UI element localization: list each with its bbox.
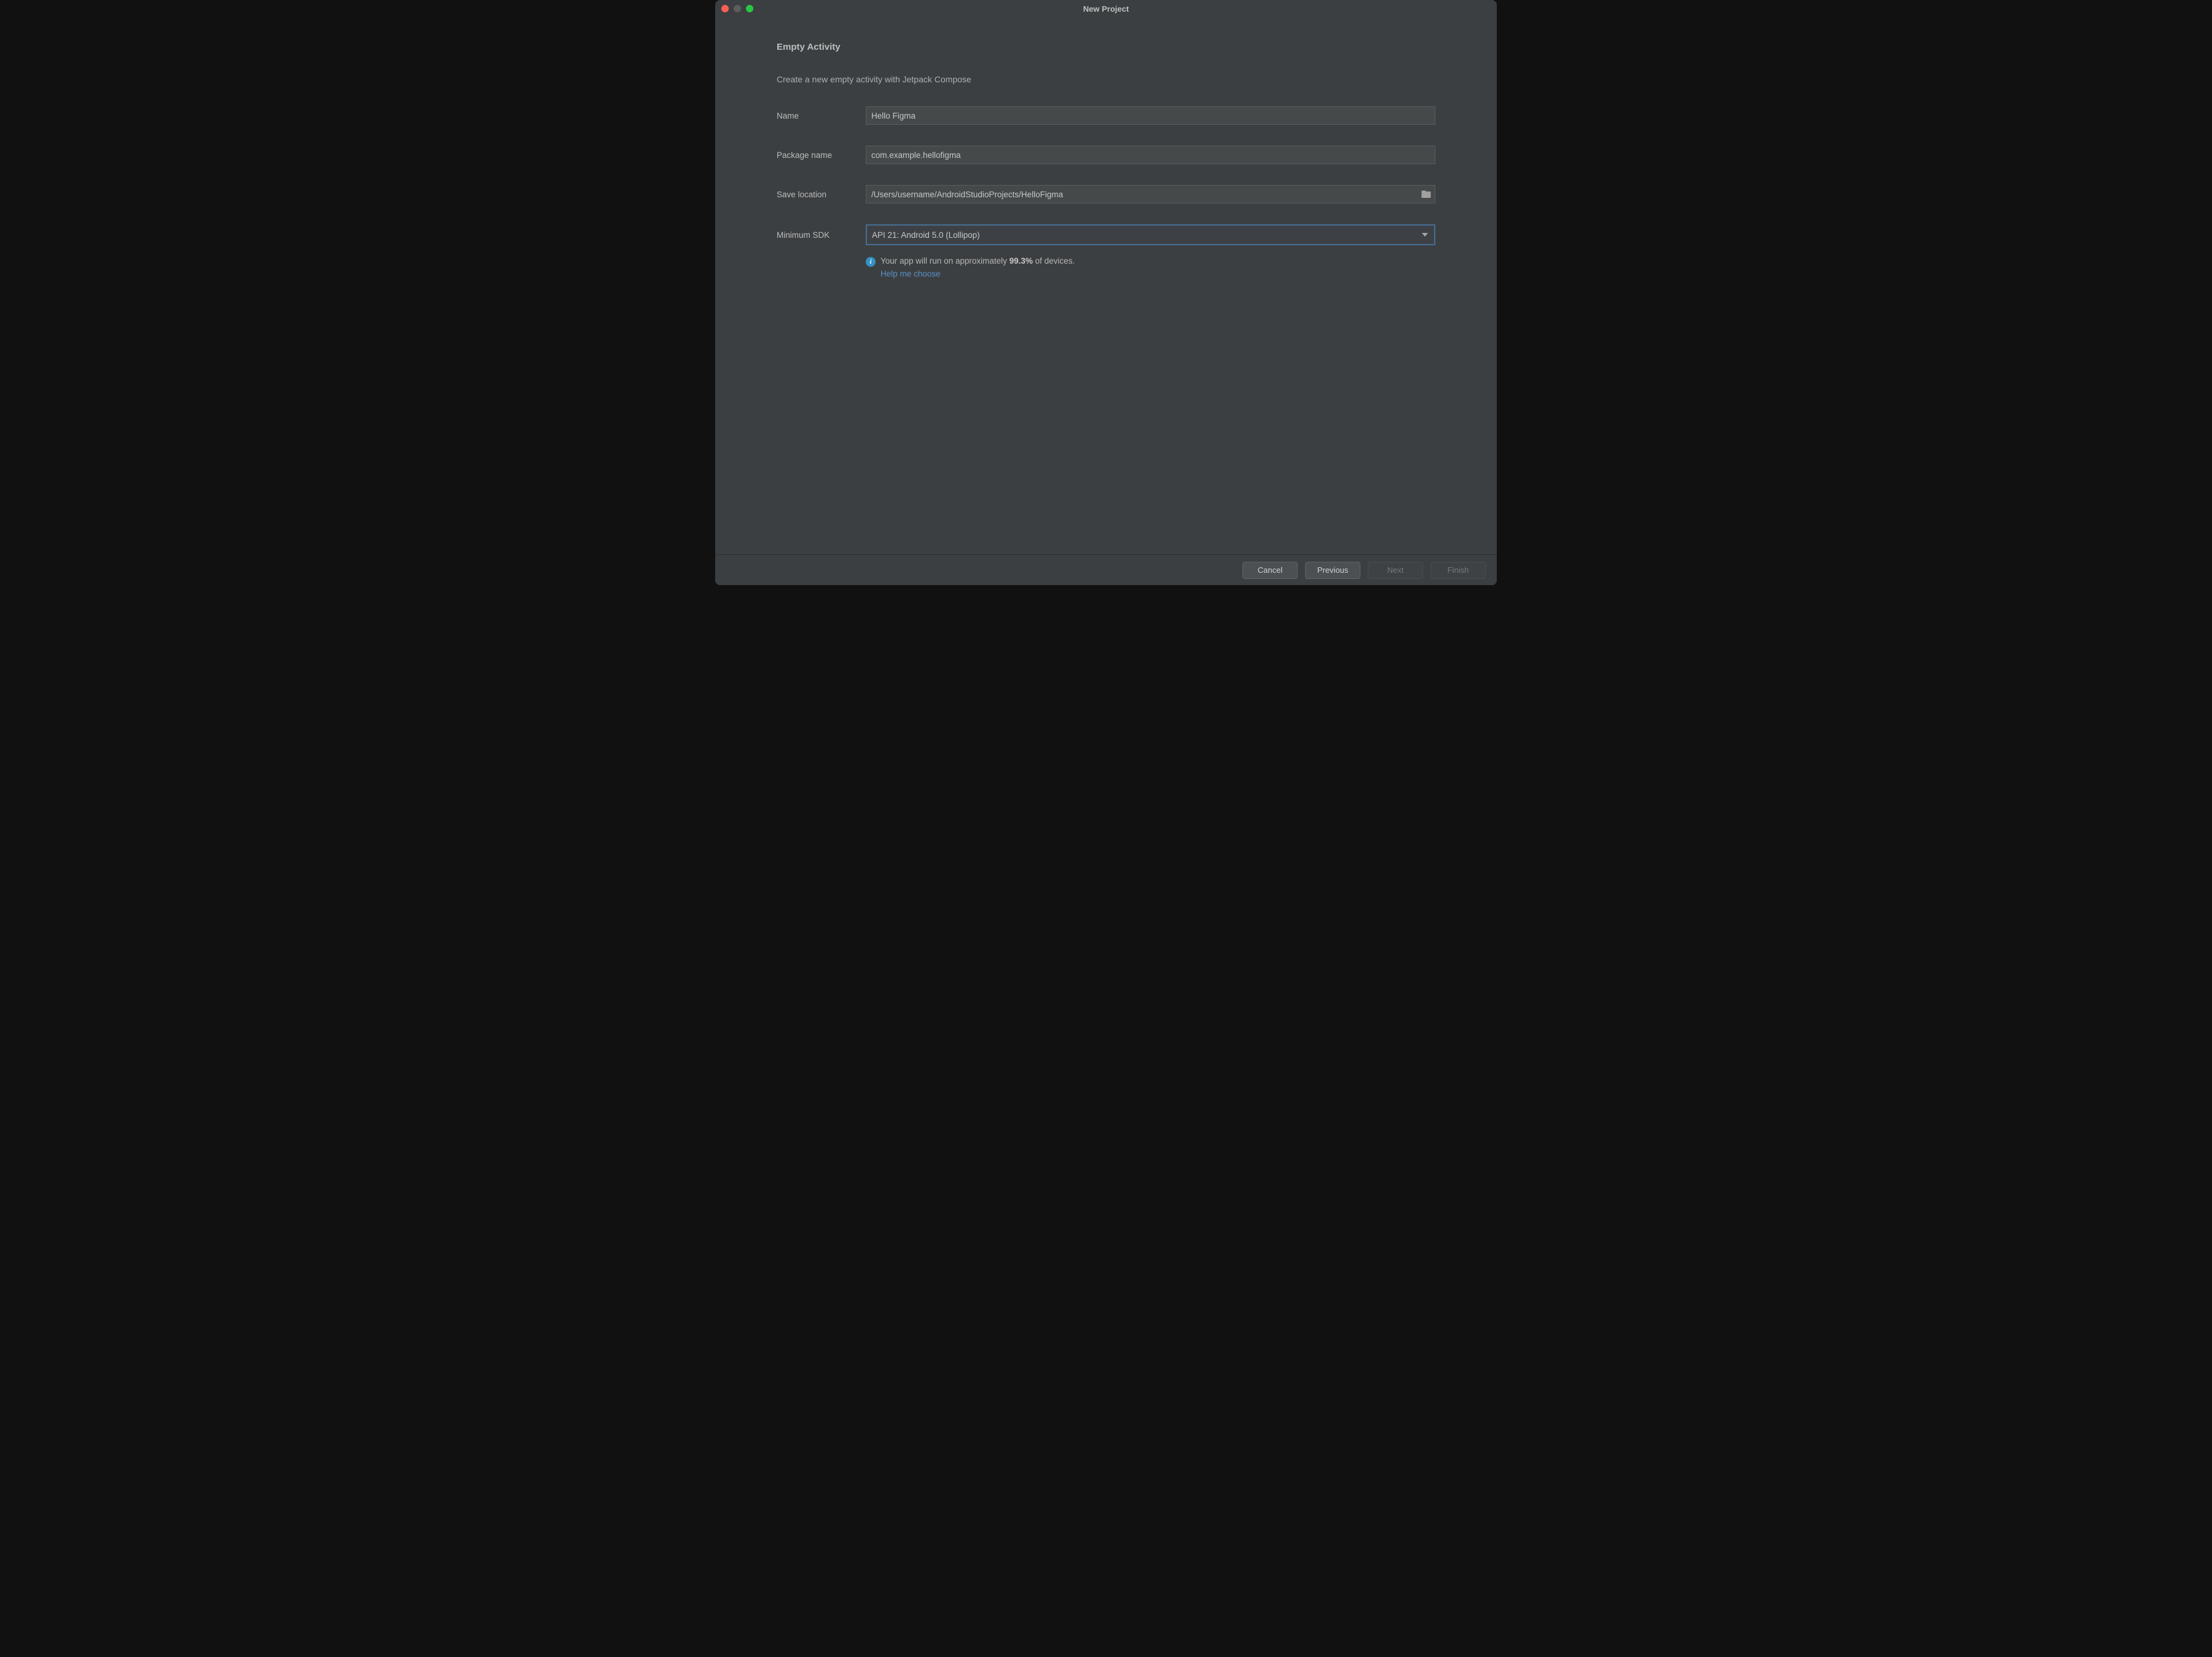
package-name-input[interactable] (866, 146, 1435, 164)
finish-button: Finish (1430, 562, 1486, 579)
name-label: Name (777, 111, 866, 120)
window-title: New Project (715, 4, 1497, 14)
minimize-window-button[interactable] (734, 5, 741, 12)
sdk-info-percent: 99.3% (1010, 256, 1033, 266)
new-project-dialog: New Project Empty Activity Create a new … (715, 0, 1497, 585)
save-location-row: Save location (777, 185, 1435, 203)
chevron-down-icon (1422, 233, 1428, 237)
sdk-info-text: Your app will run on approximately 99.3%… (880, 256, 1075, 266)
minimum-sdk-value: API 21: Android 5.0 (Lollipop) (872, 230, 980, 240)
name-input[interactable] (866, 106, 1435, 125)
help-me-choose-link[interactable]: Help me choose (880, 269, 1075, 278)
save-location-label: Save location (777, 190, 866, 199)
titlebar: New Project (715, 0, 1497, 17)
minimum-sdk-label: Minimum SDK (777, 230, 866, 240)
folder-icon[interactable] (1421, 189, 1432, 200)
sdk-info-row: i Your app will run on approximately 99.… (866, 256, 1435, 278)
window-controls (721, 5, 753, 12)
close-window-button[interactable] (721, 5, 729, 12)
sdk-info-suffix: of devices. (1033, 256, 1075, 266)
package-row: Package name (777, 146, 1435, 164)
dialog-button-bar: Cancel Previous Next Finish (715, 554, 1497, 585)
page-subheading: Create a new empty activity with Jetpack… (777, 74, 1435, 84)
minimum-sdk-select[interactable]: API 21: Android 5.0 (Lollipop) (866, 224, 1435, 245)
sdk-info-prefix: Your app will run on approximately (880, 256, 1010, 266)
page-heading: Empty Activity (777, 42, 1435, 52)
zoom-window-button[interactable] (746, 5, 753, 12)
package-name-label: Package name (777, 151, 866, 160)
save-location-input[interactable] (866, 185, 1435, 203)
cancel-button[interactable]: Cancel (1242, 562, 1298, 579)
previous-button[interactable]: Previous (1305, 562, 1360, 579)
dialog-content: Empty Activity Create a new empty activi… (715, 17, 1497, 554)
minimum-sdk-row: Minimum SDK API 21: Android 5.0 (Lollipo… (777, 224, 1435, 245)
name-row: Name (777, 106, 1435, 125)
next-button: Next (1368, 562, 1423, 579)
info-icon: i (866, 257, 876, 267)
